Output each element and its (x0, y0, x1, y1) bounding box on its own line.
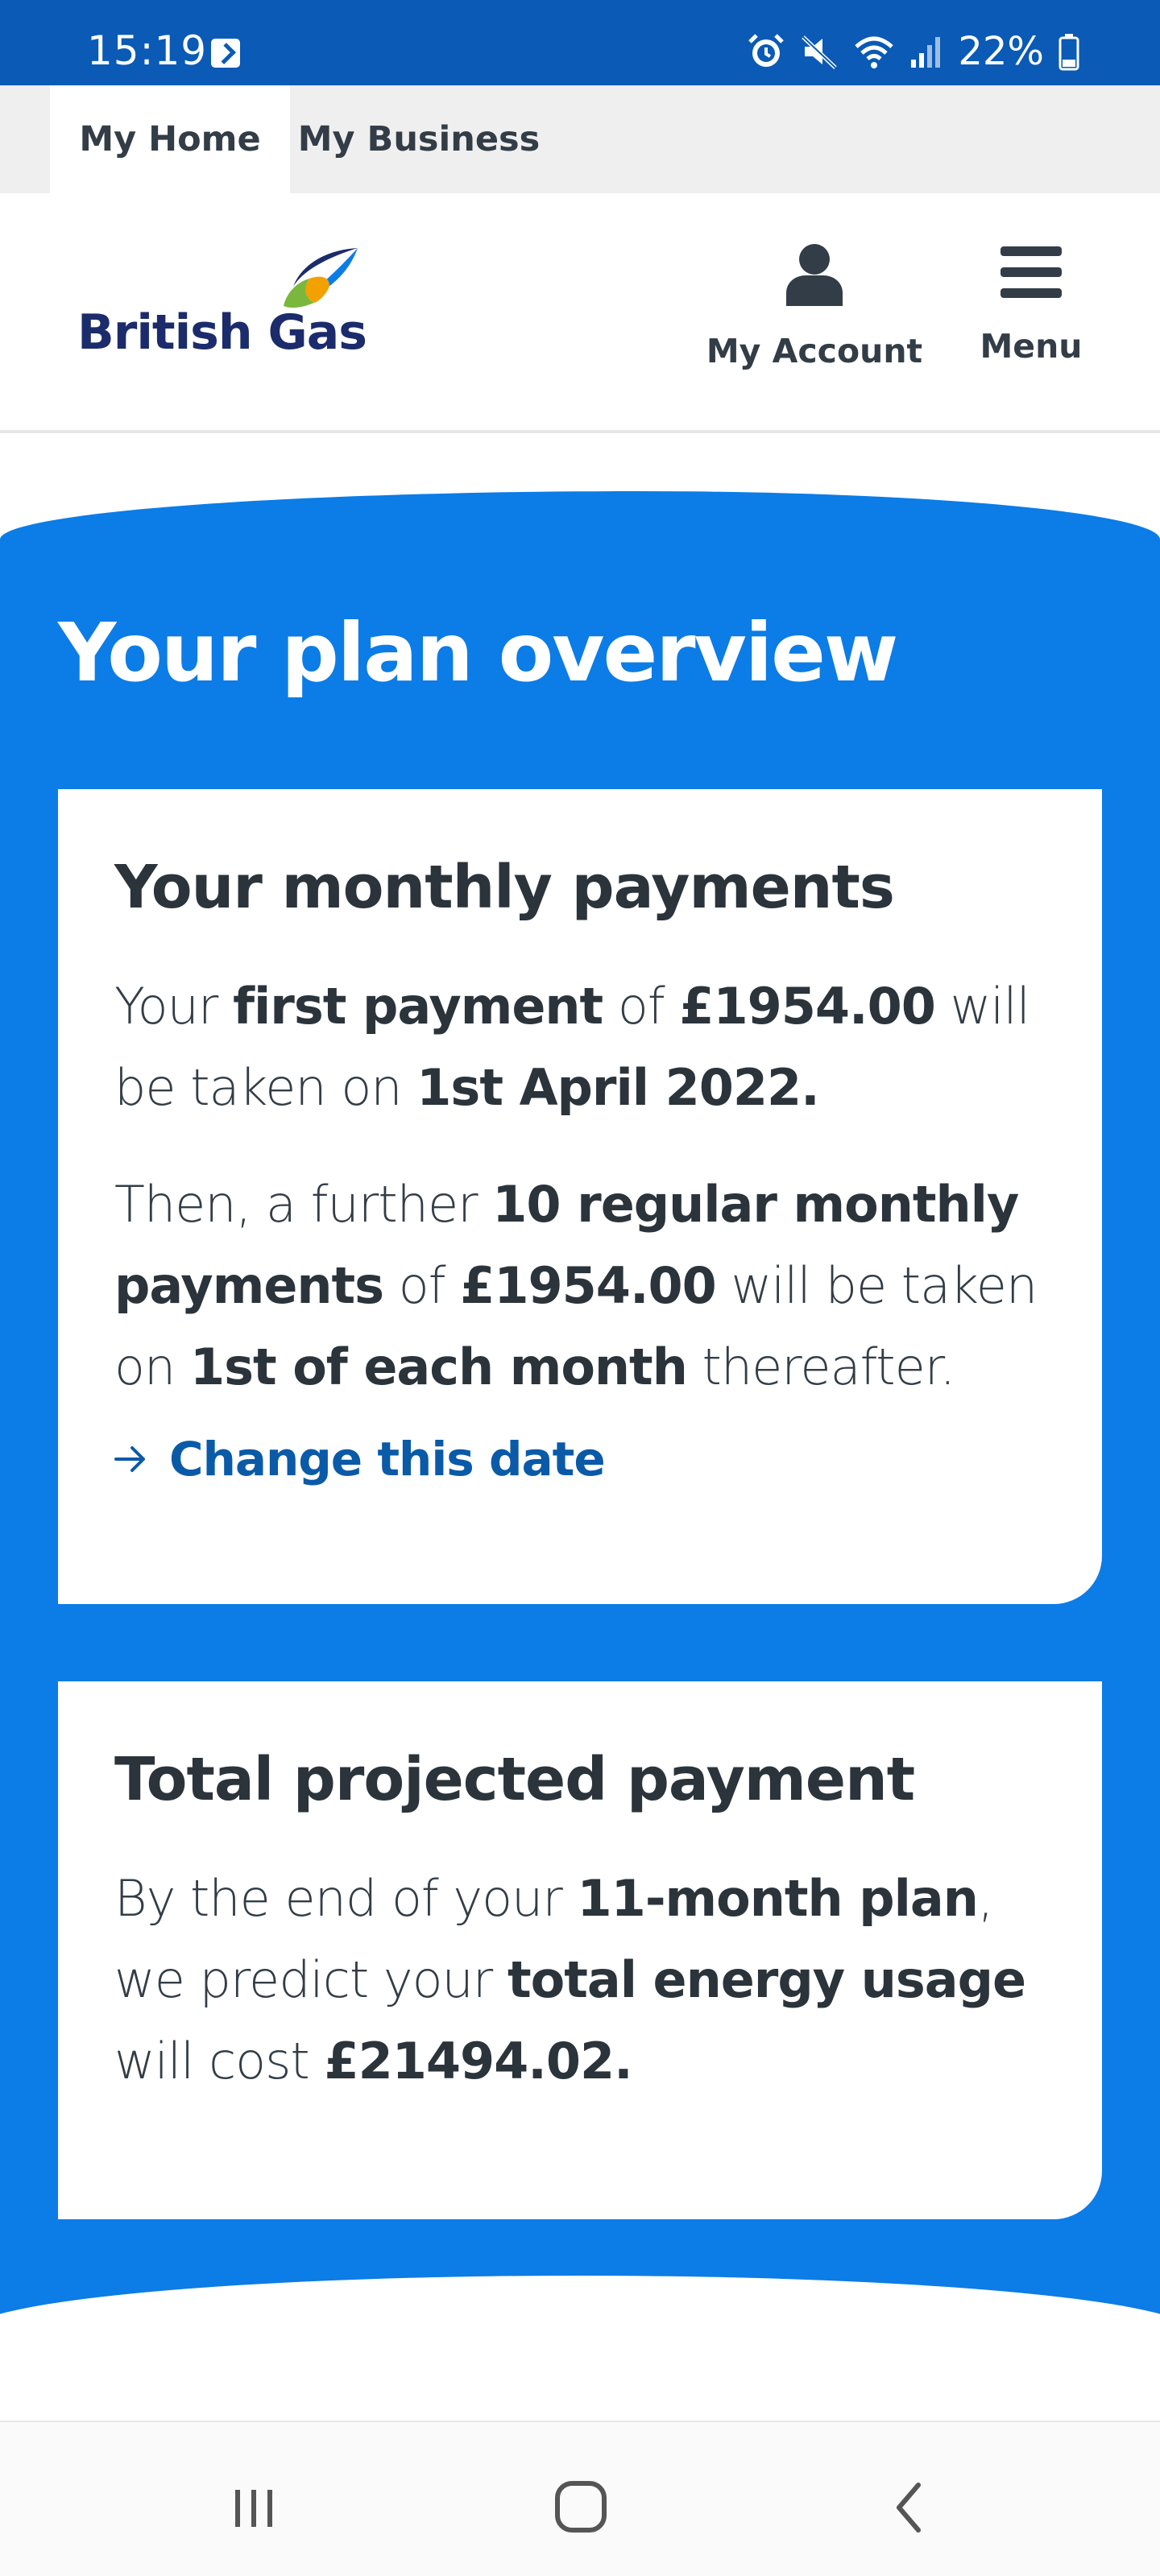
wifi-icon (855, 36, 893, 68)
total-cost: £21494.02. (324, 2031, 632, 2090)
payment-schedule: 1st of each month (189, 1337, 688, 1396)
text-segment: thereafter. (686, 1337, 956, 1396)
mute-icon (802, 35, 838, 69)
my-account-button[interactable]: My Account (698, 243, 931, 396)
status-time: 15:19 (87, 27, 208, 74)
british-gas-logo-text[interactable]: British Gas (77, 304, 367, 361)
my-account-label: My Account (706, 332, 923, 370)
menu-button[interactable]: Menu (957, 243, 1105, 396)
total-payment-card: Total projected payment By the end of yo… (58, 1681, 1102, 2219)
text-segment: of (383, 1255, 461, 1315)
plan-length: 11-month plan (577, 1868, 979, 1928)
change-date-link[interactable]: Change this date (114, 1432, 1046, 1486)
total-payment-text: By the end of your 11-month plan, we pre… (114, 1858, 1046, 2102)
alarm-icon (748, 34, 785, 67)
first-payment-emphasis: first payment (233, 976, 603, 1036)
site-header: British Gas My Account Menu (0, 193, 1160, 433)
first-payment-text: Your first payment of £1954.00 will be t… (114, 965, 1046, 1128)
status-icons: 22% (747, 29, 1079, 74)
total-payment-heading: Total projected payment (114, 1745, 915, 1814)
status-bar: 15:19 22% (0, 0, 1160, 85)
energy-usage-emphasis: total energy usage (508, 1950, 1026, 2009)
monthly-payments-card: Your monthly payments Your first payment… (58, 789, 1102, 1604)
text-segment: of (603, 976, 680, 1036)
hamburger-menu-icon (1000, 246, 1062, 298)
regular-payments-text: Then, a further 10 regular monthly payme… (114, 1164, 1046, 1408)
signal-icon (911, 37, 941, 68)
monthly-payments-heading: Your monthly payments (114, 853, 895, 922)
tab-my-business[interactable]: My Business (290, 85, 548, 193)
change-date-label: Change this date (169, 1431, 606, 1486)
text-segment: By the end of your (114, 1868, 578, 1928)
regular-payment-amount: £1954.00 (460, 1255, 717, 1315)
back-icon[interactable] (875, 2475, 947, 2540)
battery-icon (1058, 34, 1079, 71)
arrow-right-icon (114, 1445, 145, 1472)
text-segment: Your (114, 976, 234, 1036)
menu-label: Menu (980, 327, 1083, 366)
text-segment: Then, a further (114, 1174, 493, 1234)
recent-apps-icon[interactable] (218, 2475, 290, 2540)
home-icon[interactable] (545, 2475, 617, 2540)
system-nav-bar (0, 2421, 1160, 2576)
first-payment-date: 1st April 2022. (416, 1057, 819, 1117)
account-icon (786, 244, 843, 306)
first-payment-amount: £1954.00 (679, 976, 936, 1036)
british-gas-flame-icon[interactable] (279, 246, 359, 309)
tab-my-business-label: My Business (297, 119, 541, 159)
app-notification-icon (211, 39, 240, 68)
tab-my-home-label: My Home (79, 119, 261, 159)
tab-bar: My Home My Business (0, 85, 1160, 193)
text-segment: will cost (114, 2031, 325, 2090)
page-title: Your plan overview (58, 606, 898, 700)
tab-my-home[interactable]: My Home (50, 85, 290, 193)
battery-percent: 22% (958, 29, 1044, 74)
section-divider-curve (0, 2276, 1160, 2388)
